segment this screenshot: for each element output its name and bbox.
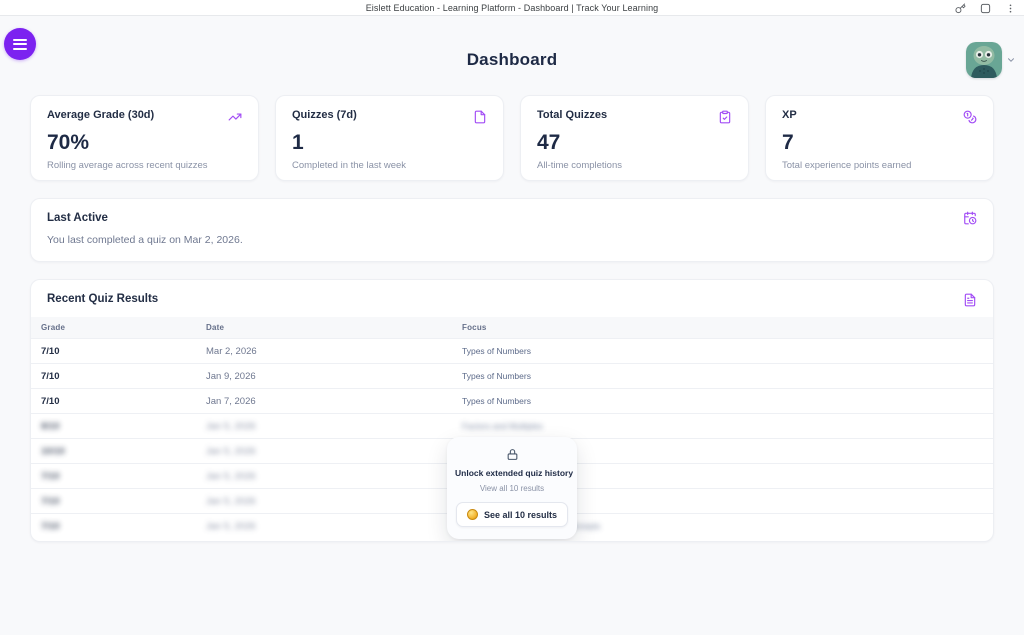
password-key-icon[interactable] — [954, 2, 966, 14]
see-all-results-button[interactable]: See all 10 results — [456, 502, 568, 527]
table-row: 7/10 Jan 9, 2026 Types of Numbers — [31, 364, 993, 389]
table-row: 7/10 Jan 7, 2026 Types of Numbers — [31, 389, 993, 414]
date-cell: Jan 7, 2026 — [196, 389, 452, 414]
stats-row: Average Grade (30d) 70% Rolling average … — [30, 95, 994, 181]
focus-cell: Factors and Multiples — [452, 414, 993, 439]
tab-overview-icon[interactable] — [979, 2, 991, 14]
focus-cell: Types of Numbers — [452, 339, 993, 364]
date-cell: Jan 5, 2026 — [196, 414, 452, 439]
stat-subtitle: Completed in the last week — [292, 160, 487, 171]
page-title: Dashboard — [0, 50, 1024, 70]
calendar-clock-icon — [963, 211, 977, 225]
table-row: 7/10 Mar 2, 2026 Types of Numbers — [31, 339, 993, 364]
grade-cell: 7/10 — [31, 489, 196, 514]
last-active-message: You last completed a quiz on Mar 2, 2026… — [47, 234, 977, 246]
results-title: Recent Quiz Results — [47, 293, 158, 305]
stat-subtitle: Rolling average across recent quizzes — [47, 160, 242, 171]
coins-icon — [963, 110, 977, 124]
stat-card-total-quizzes: Total Quizzes 47 All-time completions — [520, 95, 749, 181]
lock-icon — [455, 448, 569, 461]
stat-label: Total Quizzes — [537, 109, 607, 121]
column-header-focus: Focus — [452, 317, 993, 339]
date-cell: Jan 5, 2026 — [196, 489, 452, 514]
stat-value: 7 — [782, 131, 977, 155]
browser-tab-title: Eislett Education - Learning Platform - … — [366, 3, 659, 13]
focus-cell: Types of Numbers — [452, 364, 993, 389]
see-all-results-label: See all 10 results — [484, 510, 557, 520]
stat-value: 47 — [537, 131, 732, 155]
column-header-date: Date — [196, 317, 452, 339]
last-active-title: Last Active — [47, 212, 977, 224]
focus-cell: Types of Numbers — [452, 389, 993, 414]
grade-cell: 7/10 — [31, 514, 196, 539]
grade-cell: 7/10 — [31, 464, 196, 489]
file-text-icon — [963, 293, 977, 307]
stat-value: 70% — [47, 131, 242, 155]
unlock-subtitle: View all 10 results — [455, 484, 569, 493]
grade-cell: 8/10 — [31, 414, 196, 439]
date-cell: Mar 2, 2026 — [196, 339, 452, 364]
turtle-avatar-image — [966, 42, 1002, 78]
coin-icon — [467, 509, 478, 520]
last-active-card: Last Active You last completed a quiz on… — [30, 198, 994, 262]
avatar[interactable] — [966, 42, 1002, 78]
column-header-grade: Grade — [31, 317, 196, 339]
stat-card-quizzes-7d: Quizzes (7d) 1 Completed in the last wee… — [275, 95, 504, 181]
chevron-down-icon[interactable] — [1006, 55, 1016, 65]
date-cell: Jan 9, 2026 — [196, 364, 452, 389]
date-cell: Jan 5, 2026 — [196, 439, 452, 464]
stat-label: Average Grade (30d) — [47, 109, 154, 121]
grade-cell: 7/10 — [31, 364, 196, 389]
trending-up-icon — [228, 110, 242, 124]
file-icon — [473, 110, 487, 124]
stat-value: 1 — [292, 131, 487, 155]
stat-label: XP — [782, 109, 797, 121]
app-header: Dashboard — [0, 16, 1024, 80]
grade-cell: 10/10 — [31, 439, 196, 464]
unlock-history-popover: Unlock extended quiz history View all 10… — [447, 437, 577, 539]
table-row: 8/10 Jan 5, 2026 Factors and Multiples — [31, 414, 993, 439]
grade-cell: 7/10 — [31, 339, 196, 364]
kebab-menu-icon[interactable] — [1004, 2, 1016, 14]
stat-card-average-grade: Average Grade (30d) 70% Rolling average … — [30, 95, 259, 181]
clipboard-check-icon — [718, 110, 732, 124]
unlock-title: Unlock extended quiz history — [455, 468, 569, 478]
date-cell: Jan 5, 2026 — [196, 514, 452, 539]
date-cell: Jan 5, 2026 — [196, 464, 452, 489]
stat-subtitle: Total experience points earned — [782, 160, 977, 171]
browser-chrome: Eislett Education - Learning Platform - … — [0, 0, 1024, 16]
stat-card-xp: XP 7 Total experience points earned — [765, 95, 994, 181]
stat-label: Quizzes (7d) — [292, 109, 357, 121]
stat-subtitle: All-time completions — [537, 160, 732, 171]
grade-cell: 7/10 — [31, 389, 196, 414]
table-header-row: Grade Date Focus — [31, 317, 993, 339]
recent-quiz-results-card: Recent Quiz Results Grade Date Focus 7/1… — [30, 279, 994, 542]
